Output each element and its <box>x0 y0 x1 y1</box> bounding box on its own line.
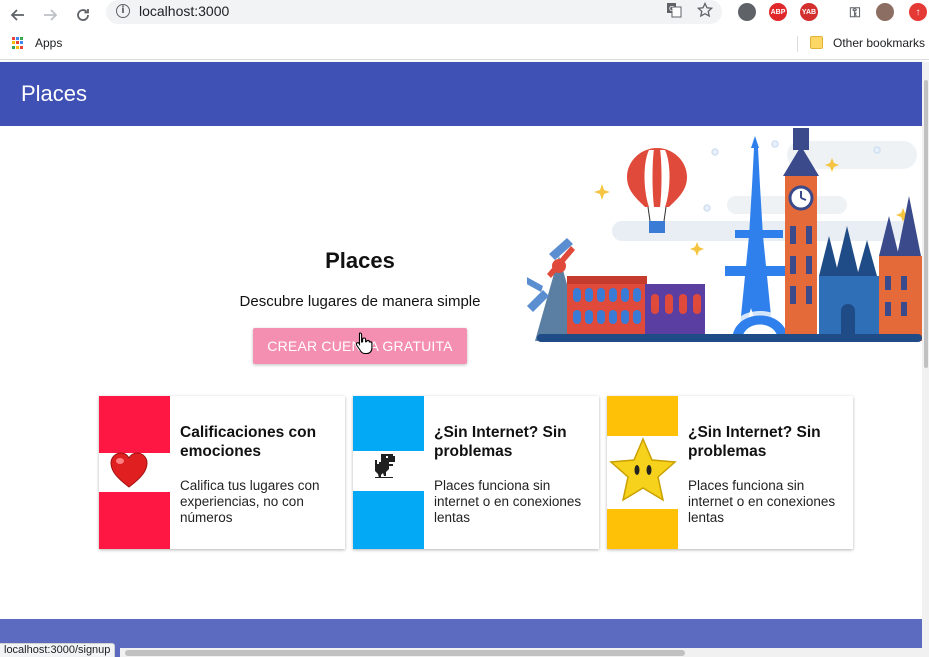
reload-icon[interactable] <box>71 3 95 27</box>
key-icon[interactable]: ⚿ <box>846 3 864 21</box>
apps-link[interactable]: Apps <box>35 36 62 50</box>
adblock-icon[interactable]: ABP <box>769 3 787 21</box>
heart-emoji-icon <box>110 452 148 488</box>
address-bar[interactable]: i localhost:3000 G <box>106 0 722 24</box>
travel-illustration <box>527 128 922 342</box>
star-icon <box>609 437 677 502</box>
card-title: ¿Sin Internet? Sin problemas <box>688 424 821 460</box>
forward-icon[interactable] <box>38 3 62 27</box>
hero-subtitle: Descubre lugares de manera simple <box>239 293 481 310</box>
bookmarks-divider <box>797 36 798 52</box>
card-title: ¿Sin Internet? Sin problemas <box>434 424 567 460</box>
browser-toolbar: i localhost:3000 G ABP YAB ⚿ ↑ <box>0 0 929 30</box>
hero-title: Places <box>325 248 395 273</box>
card-text: Places funciona sin internet o en conexi… <box>434 478 582 525</box>
app-bar: Places <box>0 62 922 126</box>
hand-cursor-icon <box>355 332 373 355</box>
update-icon[interactable]: ↑ <box>909 3 927 21</box>
extension-icon[interactable] <box>738 3 756 21</box>
address-url: localhost:3000 <box>139 3 230 19</box>
site-info-icon[interactable]: i <box>116 4 130 18</box>
folder-icon <box>810 36 823 49</box>
yab-icon[interactable]: YAB <box>800 3 818 21</box>
feature-card: ¿Sin Internet? Sin problemas Places func… <box>607 396 853 549</box>
other-bookmarks-link[interactable]: Other bookmarks <box>833 36 925 50</box>
bookmarks-bar: Apps Other bookmarks <box>0 30 929 60</box>
feature-card: ¿Sin Internet? Sin problemas Places func… <box>353 396 599 549</box>
card-text: Places funciona sin internet o en conexi… <box>688 478 836 525</box>
card-text: Califica tus lugares con experiencias, n… <box>180 478 320 525</box>
bookmark-star-icon[interactable] <box>696 1 714 21</box>
back-icon[interactable] <box>6 3 30 27</box>
main-content: Places Descubre lugares de manera simple… <box>0 126 922 619</box>
card-media <box>607 396 678 549</box>
card-title: Calificaciones con emociones <box>180 424 317 460</box>
avatar[interactable] <box>876 3 894 21</box>
svg-text:G: G <box>669 5 674 13</box>
dinosaur-icon <box>375 454 395 478</box>
feature-card: Calificaciones con emociones Califica tu… <box>99 396 345 549</box>
horizontal-scrollbar-thumb[interactable] <box>125 650 685 656</box>
card-media <box>353 396 424 549</box>
translate-icon[interactable]: G <box>666 2 682 21</box>
vertical-scrollbar-thumb[interactable] <box>924 80 928 368</box>
app-title: Places <box>21 81 88 106</box>
status-bar-url: localhost:3000/signup <box>0 643 116 657</box>
apps-grid-icon[interactable] <box>12 37 24 49</box>
card-media <box>99 396 170 549</box>
